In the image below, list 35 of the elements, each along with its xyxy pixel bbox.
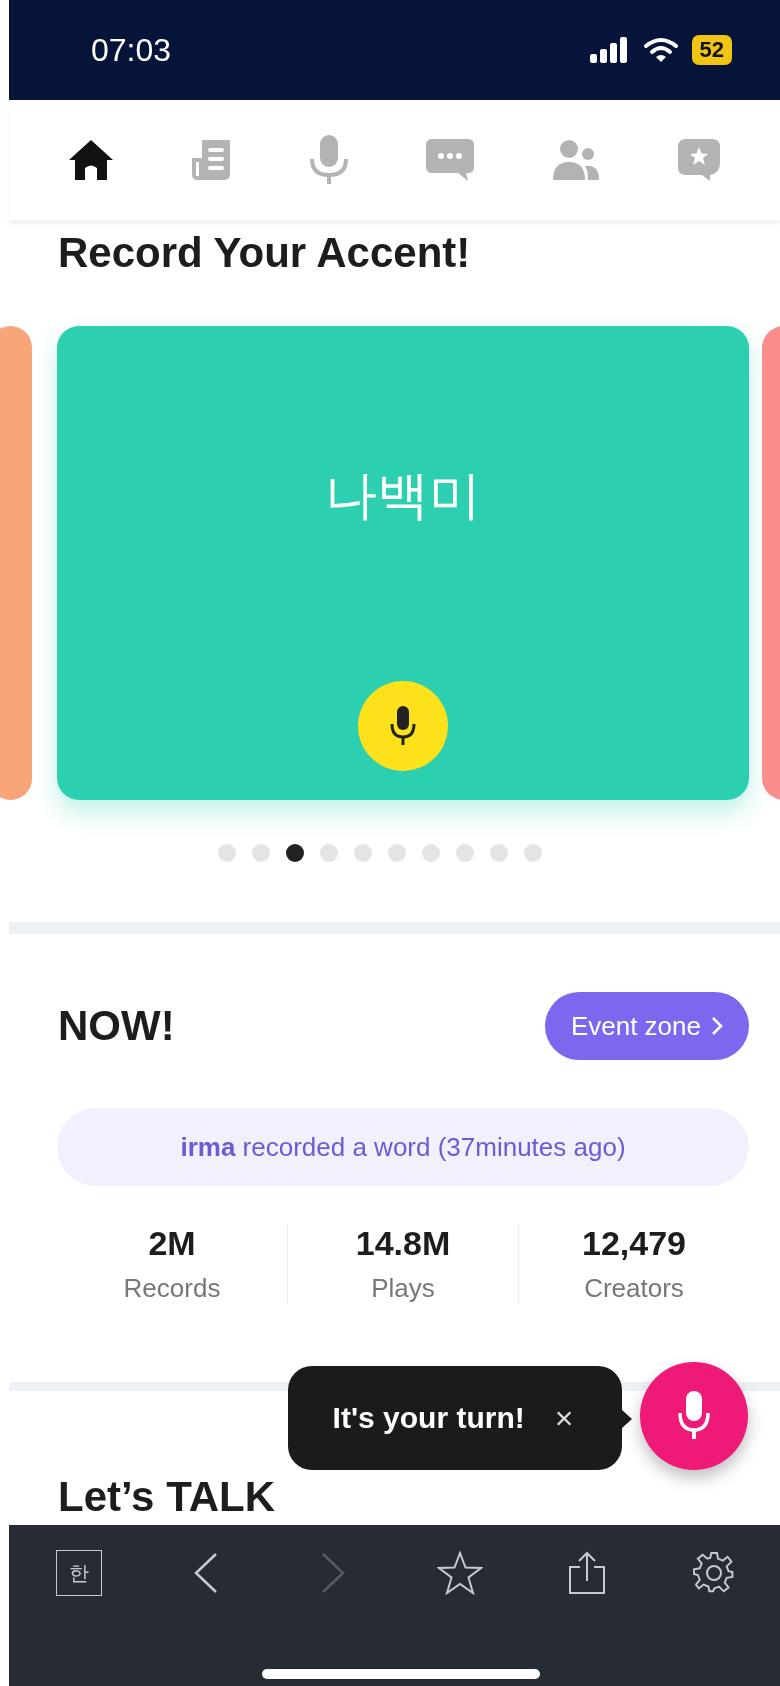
carousel-dot[interactable] (387, 844, 406, 863)
card-edge[interactable] (0, 326, 32, 801)
stat-label: Creators (584, 1273, 684, 1305)
wifi-icon (643, 37, 678, 63)
microphone-icon (677, 1391, 711, 1441)
tooltip-text: It's your turn! (332, 1401, 525, 1435)
carousel-dot[interactable] (285, 844, 304, 863)
stat-label: Plays (371, 1273, 435, 1305)
carousel-dot[interactable] (353, 844, 372, 863)
close-button[interactable]: × (550, 1399, 578, 1437)
signal-icon (589, 37, 630, 63)
section-title: Record Your Accent! (57, 228, 472, 278)
chevron-right-icon (711, 1016, 723, 1037)
section-title: NOW! (57, 1002, 175, 1051)
carousel-dot[interactable] (319, 844, 338, 863)
stat-value: 12,479 (582, 1224, 686, 1264)
activity-text: irma recorded a word (37minutes ago) (180, 1131, 626, 1163)
section-title: Let’s TALK (57, 1473, 276, 1522)
carousel-dot[interactable] (217, 844, 236, 863)
stat-value: 14.8M (355, 1224, 451, 1264)
carousel-dot[interactable] (251, 844, 270, 863)
battery-indicator: 52 (691, 35, 732, 65)
carousel-dot[interactable] (421, 844, 440, 863)
card-word: 나백미 (325, 465, 481, 527)
chevron-left-icon (193, 1552, 219, 1594)
carousel-dot[interactable] (455, 844, 474, 863)
stat-label: Records (123, 1273, 221, 1305)
stat-value: 2M (148, 1224, 196, 1264)
microphone-icon (390, 706, 416, 747)
carousel-dot[interactable] (523, 844, 542, 863)
record-fab-button[interactable] (640, 1362, 748, 1470)
carousel-dot[interactable] (489, 844, 508, 863)
event-zone-button[interactable]: Event zone (544, 992, 749, 1061)
status-time: 07:03 (91, 31, 172, 69)
chevron-right-icon (320, 1552, 346, 1594)
